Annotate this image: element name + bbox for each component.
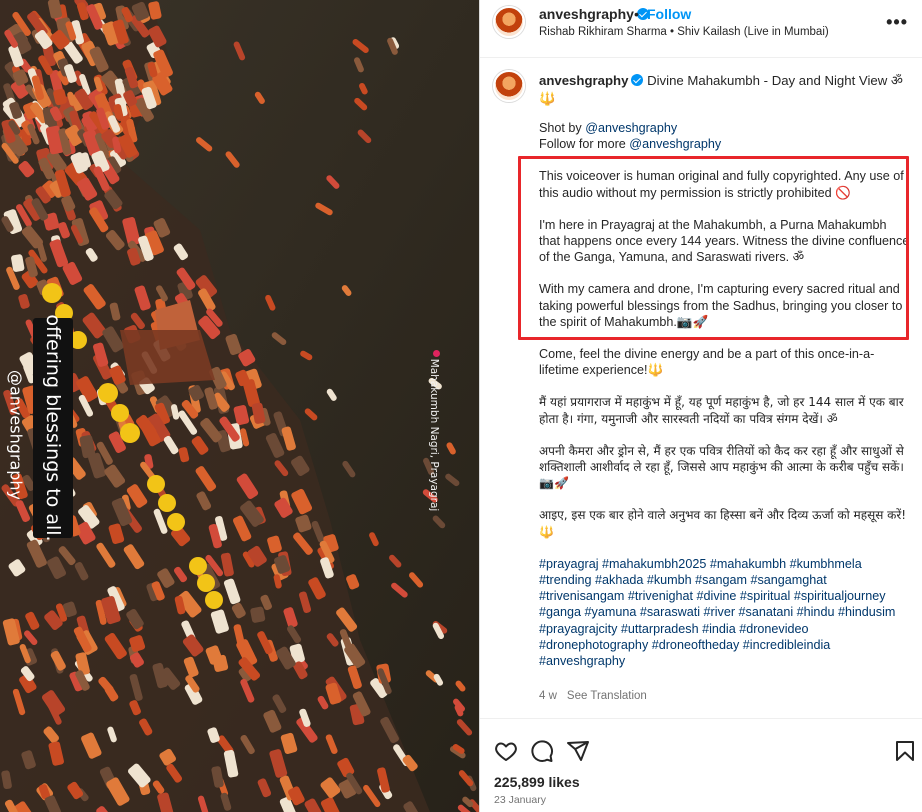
- post-age: 4 w: [539, 690, 557, 702]
- mention-link[interactable]: @anveshgraphy: [585, 121, 677, 135]
- boat-shape: [250, 606, 266, 623]
- caption-title: anveshgraphy Divine Mahakumbh - Day and …: [539, 73, 903, 106]
- post-side-panel: anveshgraphy • Follow Rishab Rikhiram Sh…: [479, 0, 922, 812]
- likes-count[interactable]: 225,899 likes: [494, 774, 580, 790]
- heart-icon[interactable]: [494, 739, 518, 763]
- caption-paragraph-hindi: मैं यहां प्रयागराज में महाकुंभ में हूँ, …: [539, 395, 904, 426]
- bookmark-icon[interactable]: [893, 739, 917, 763]
- post-header: anveshgraphy • Follow Rishab Rikhiram Sh…: [480, 0, 922, 58]
- caption-paragraph: This voiceover is human original and ful…: [539, 169, 904, 200]
- see-translation-link[interactable]: See Translation: [567, 690, 647, 702]
- mention-link[interactable]: @anveshgraphy: [629, 137, 721, 151]
- username-link[interactable]: anveshgraphy: [539, 6, 649, 22]
- post-date: 23 January: [494, 794, 546, 806]
- caption-paragraph: I'm here in Prayagraj at the Mahakumbh, …: [539, 217, 910, 265]
- share-icon[interactable]: [566, 739, 590, 763]
- caption-avatar[interactable]: [493, 70, 525, 102]
- follow-more-line: Follow for more @anveshgraphy: [539, 137, 722, 152]
- shot-by-line: Shot by @anveshgraphy: [539, 121, 678, 135]
- post-meta: 4 w See Translation: [539, 690, 647, 702]
- hashtag-list[interactable]: #prayagraj #mahakumbh2025 #mahakumbh #ku…: [539, 556, 911, 669]
- overlay-handle: @anveshgraphy: [6, 369, 26, 501]
- overlay-caption: offering blessings to all.: [33, 314, 73, 542]
- caption-body: Shot by @anveshgraphy Follow for more @a…: [539, 120, 911, 685]
- audio-track-link[interactable]: Rishab Rikhiram Sharma • Shiv Kailash (L…: [539, 26, 829, 38]
- avatar[interactable]: [493, 6, 525, 38]
- overlay-location: Mahakumbh Nagri, Prayagraj: [428, 358, 440, 512]
- comment-icon[interactable]: [530, 739, 554, 763]
- caption-username-link[interactable]: anveshgraphy: [539, 73, 628, 88]
- caption-paragraph: With my camera and drone, I'm capturing …: [539, 282, 903, 329]
- caption-area[interactable]: anveshgraphy Divine Mahakumbh - Day and …: [480, 58, 922, 718]
- dot-separator: •: [634, 6, 639, 22]
- verified-badge-icon: [631, 74, 644, 86]
- caption-paragraph: Come, feel the divine energy and be a pa…: [539, 347, 875, 378]
- caption-paragraph-hindi: अपनी कैमरा और ड्रोन से, मैं हर एक पवित्र…: [539, 443, 904, 491]
- post-media[interactable]: offering blessings to all. @anveshgraphy…: [0, 0, 479, 812]
- follow-button[interactable]: Follow: [647, 6, 691, 22]
- more-options-button[interactable]: •••: [886, 12, 908, 33]
- action-bar: 225,899 likes 23 January: [480, 718, 922, 812]
- caption-paragraph-hindi: आइए, इस एक बार होने वाले अनुभव का हिस्सा…: [539, 508, 907, 539]
